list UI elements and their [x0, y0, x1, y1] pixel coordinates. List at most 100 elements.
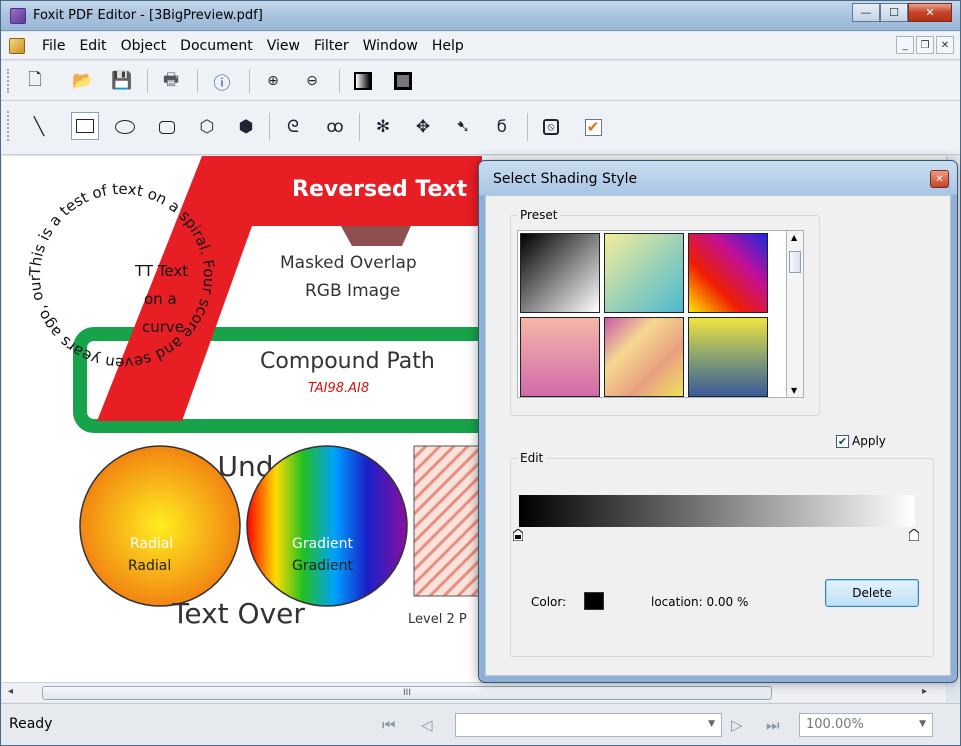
line-tool-icon[interactable]: ╲ [25, 113, 53, 141]
apply-checkbox[interactable]: ✔ Apply [836, 434, 886, 448]
rectangle-tool-icon[interactable] [71, 112, 99, 140]
menu-document[interactable]: Document [173, 38, 260, 54]
menu-window[interactable]: Window [356, 38, 425, 54]
chevron-down-icon[interactable]: ▼ [919, 719, 926, 729]
gradient-stop-start-icon[interactable] [513, 529, 523, 541]
preset-group: Preset ▲ ▼ [510, 208, 820, 416]
ellipse-tool-icon[interactable] [111, 113, 139, 141]
drawing-toolbar: ╲ ⬡ ⬢ ᘓ ꝏ ✻ ✥ ➷ ϭ ⦸ ✔ [1, 101, 960, 155]
text-over: Text Over [171, 597, 305, 630]
menu-object[interactable]: Object [114, 38, 174, 54]
title-bar: Foxit PDF Editor - [3BigPreview.pdf] — ☐… [1, 1, 960, 31]
doc-restore-button[interactable]: ❐ [916, 36, 934, 54]
preset-swatch[interactable] [520, 233, 600, 313]
shading-gradient-icon[interactable] [349, 67, 377, 95]
horizontal-scroll-thumb[interactable]: III [42, 686, 772, 700]
scroll-down-icon[interactable]: ▼ [791, 386, 797, 395]
minimize-button[interactable]: — [852, 3, 880, 22]
double-spiral-tool-icon[interactable]: ꝏ [321, 113, 349, 141]
shading-solid-icon[interactable] [389, 67, 417, 95]
gradient-stop-end-icon[interactable] [909, 529, 919, 541]
spiral-tool-icon[interactable]: ᘓ [279, 113, 307, 141]
separator [147, 69, 148, 93]
preset-scroll-thumb[interactable] [789, 251, 801, 273]
select-shading-style-dialog: Select Shading Style ✕ Preset ▲ ▼ ✔ Appl… [479, 161, 957, 682]
gradient-circle [246, 445, 408, 607]
document-icon[interactable] [9, 38, 25, 54]
apply-label: Apply [852, 434, 886, 448]
select-arrow-icon[interactable]: ➷ [449, 113, 477, 141]
dialog-title-bar[interactable]: Select Shading Style ✕ [479, 161, 957, 195]
dialog-body: Preset ▲ ▼ ✔ Apply Edit Color: location:… [485, 195, 951, 676]
standard-toolbar: 🗋 📂 💾 🖶 ⓘ ⊕ ⊖ [1, 61, 960, 101]
info-icon[interactable]: ⓘ [208, 67, 236, 95]
app-window: Foxit PDF Editor - [3BigPreview.pdf] — ☐… [0, 0, 961, 746]
cross-tool-icon[interactable]: ✻ [369, 113, 397, 141]
menu-file[interactable]: File [35, 38, 72, 54]
close-button[interactable]: ✕ [908, 3, 952, 22]
menu-filter[interactable]: Filter [307, 38, 356, 54]
chevron-down-icon[interactable]: ▼ [708, 719, 715, 729]
menu-edit[interactable]: Edit [72, 38, 113, 54]
next-page-icon[interactable]: ▷ [731, 716, 743, 734]
preset-swatch-grid[interactable] [517, 230, 787, 398]
separator [359, 113, 360, 141]
clip-tool-icon[interactable]: ⦸ [537, 113, 565, 141]
zoom-select[interactable]: 100.00% ▼ [799, 713, 933, 737]
menu-bar: File Edit Object Document View Filter Wi… [1, 32, 960, 60]
preset-swatch[interactable] [688, 317, 768, 397]
preset-swatch[interactable] [520, 317, 600, 397]
scroll-up-icon[interactable]: ▲ [791, 233, 797, 242]
doc-close-button[interactable]: ✕ [936, 36, 954, 54]
zoom-in-icon[interactable]: ⊕ [259, 67, 287, 95]
move-tool-icon[interactable]: ✥ [409, 113, 437, 141]
horizontal-scrollbar[interactable]: ◂ III ▸ [2, 682, 946, 702]
separator [269, 113, 270, 141]
compound-path-sub: TAI98.AI8 [308, 381, 369, 396]
status-ready: Ready [9, 716, 53, 732]
polygon-tool-icon[interactable]: ⬡ [193, 113, 221, 141]
location-label: location: 0.00 % [651, 595, 749, 609]
preset-swatch[interactable] [604, 233, 684, 313]
rgb-image-text: RGB Image [305, 281, 400, 301]
first-page-icon[interactable]: ⏮ [382, 716, 396, 734]
scroll-left-icon[interactable]: ◂ [8, 686, 13, 697]
maximize-button[interactable]: ☐ [880, 3, 908, 22]
doc-minimize-button[interactable]: _ [896, 36, 914, 54]
preset-scrollbar[interactable]: ▲ ▼ [787, 230, 804, 398]
menu-help[interactable]: Help [425, 38, 471, 54]
tt-text-line3: curve [142, 318, 184, 336]
toolbar-grip[interactable] [7, 69, 11, 93]
open-folder-icon[interactable]: 📂 [69, 67, 97, 95]
previous-page-icon[interactable]: ◁ [421, 716, 433, 734]
delete-button[interactable]: Delete [825, 579, 919, 607]
preset-swatch[interactable] [688, 233, 768, 313]
preset-swatch[interactable] [604, 317, 684, 397]
color-label: Color: [531, 595, 567, 609]
tt-text-line2: on a [144, 290, 177, 308]
separator [197, 69, 198, 93]
gradient-bar[interactable] [519, 495, 915, 527]
stop-color-swatch[interactable] [584, 592, 604, 610]
filled-polygon-tool-icon[interactable]: ⬢ [232, 113, 260, 141]
menu-view[interactable]: View [260, 38, 307, 54]
last-page-icon[interactable]: ⏭ [766, 716, 780, 734]
radial-label-dark: Radial [128, 558, 171, 574]
save-icon[interactable]: 💾 [108, 67, 136, 95]
compound-path-text: Compound Path [260, 349, 435, 374]
new-file-icon[interactable]: 🗋 [21, 67, 49, 95]
gradient-label-dark: Gradient [292, 558, 353, 574]
node-edit-icon[interactable]: ϭ [488, 113, 516, 141]
rounded-rect-tool-icon[interactable] [153, 113, 181, 141]
page-number-input[interactable]: ▼ [455, 713, 722, 737]
dialog-title: Select Shading Style [493, 171, 638, 187]
checkbox-tool-icon[interactable]: ✔ [579, 113, 607, 141]
checkbox-checked-icon[interactable]: ✔ [836, 434, 849, 448]
print-icon[interactable]: 🖶 [157, 67, 185, 95]
zoom-out-icon[interactable]: ⊖ [298, 67, 326, 95]
preset-label: Preset [517, 208, 561, 222]
toolbar-grip[interactable] [7, 111, 11, 141]
dialog-close-button[interactable]: ✕ [930, 170, 949, 188]
scroll-right-icon[interactable]: ▸ [922, 686, 927, 697]
radial-circle [79, 445, 241, 607]
